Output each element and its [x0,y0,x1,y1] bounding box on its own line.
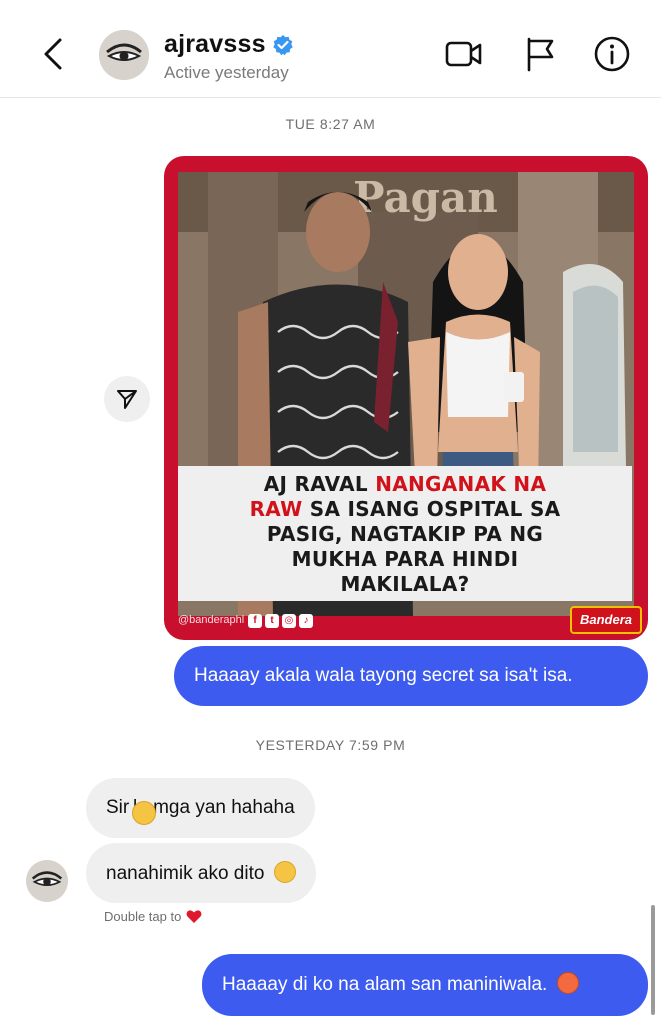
active-status: Active yesterday [164,63,289,82]
instagram-icon: ◎ [282,614,296,628]
brand-logo: Bandera [570,606,642,634]
send-icon [117,390,137,409]
headline-text: PASIG, NAGTAKIP PA NG [266,522,544,546]
heart-icon [186,910,202,923]
headline-highlight: RAW [249,497,303,521]
avatar[interactable] [99,30,149,80]
sender-avatar[interactable] [26,860,68,902]
twitter-icon: t [265,614,279,628]
post-headline: AJ RAVAL NANGANAK NA RAW SA ISANG OSPITA… [178,466,632,601]
tiktok-icon: ♪ [299,614,313,628]
share-button[interactable] [104,376,150,422]
flag-icon[interactable] [520,34,560,74]
thinking-emoji-icon [132,801,156,825]
incoming-message-text: nanahimik ako dito [106,863,265,884]
headline-text: MAKILALA? [340,572,470,596]
outgoing-message[interactable]: Haaaay di ko na alam san maniniwala. [202,954,648,1016]
back-arrow-icon[interactable] [38,34,72,74]
verified-badge-icon [272,34,294,56]
timestamp: YESTERDAY 7:59 PM [255,737,406,753]
incoming-message[interactable]: Sir lo mga yan hahaha [86,778,315,838]
headline-text: SA ISANG OSPITAL SA [302,497,561,521]
svg-text:Pagan: Pagan [353,173,498,222]
outgoing-message[interactable]: Haaaay akala wala tayong secret sa isa't… [174,646,648,706]
timestamp: TUE 8:27 AM [285,116,376,132]
facebook-icon: f [248,614,262,628]
scrollbar[interactable] [651,905,655,1015]
chat-header: ajravsss Active yesterday [0,0,661,98]
username-row[interactable]: ajravsss [164,30,294,59]
username: ajravsss [164,30,266,58]
social-icons: f t ◎ ♪ [248,614,313,628]
post-footer: @banderaphl f t ◎ ♪ Bandera [164,606,648,640]
headline-text: AJ RAVAL [263,472,376,496]
post-handle: @banderaphl [178,614,245,626]
angry-emoji-icon [556,972,579,994]
video-call-icon[interactable] [444,34,484,74]
incoming-message[interactable]: nanahimik ako dito [86,843,316,903]
headline-highlight: NANGANAK NA [375,472,547,496]
info-icon[interactable] [592,34,632,74]
double-tap-text: Double tap to [104,909,182,924]
outgoing-message-text: Haaaay di ko na alam san maniniwala. [222,974,548,995]
laughing-emoji-icon [273,861,296,883]
double-tap-hint: Double tap to [104,909,202,924]
headline-text: MUKHA PARA HINDI [291,547,519,571]
